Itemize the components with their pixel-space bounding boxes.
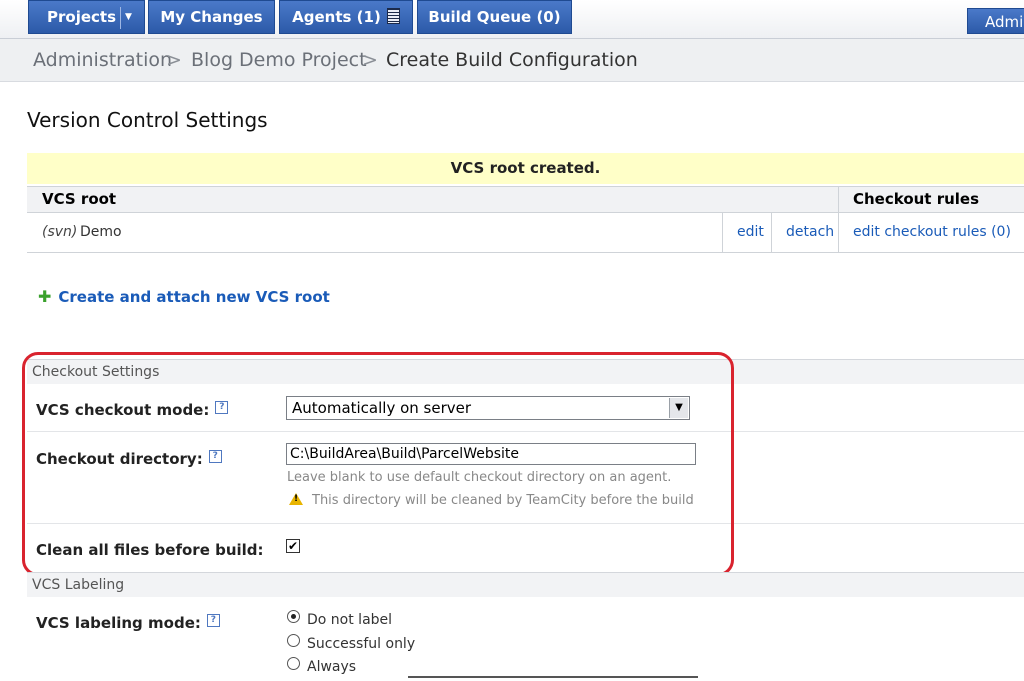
radio-selected-icon[interactable] bbox=[287, 610, 300, 623]
vcs-labeling-title: VCS Labeling bbox=[32, 577, 125, 593]
radio-do-not-label-text: Do not label bbox=[307, 612, 393, 628]
agents-status-icon bbox=[386, 8, 400, 24]
edit-checkout-rules-link[interactable]: edit checkout rules (0) bbox=[853, 213, 1011, 252]
vcs-labeling-mode-label: VCS labeling mode:? bbox=[36, 614, 220, 632]
my-changes-tab[interactable]: My Changes bbox=[148, 0, 275, 34]
vcs-labeling-mode-text: VCS labeling mode: bbox=[36, 614, 201, 632]
help-icon[interactable]: ? bbox=[206, 614, 220, 627]
vcs-roots-table: VCS root Checkout rules (svn) Demo edit … bbox=[27, 186, 1024, 253]
breadcrumb: Administration > Blog Demo Project > Cre… bbox=[0, 39, 1024, 82]
edit-vcs-root-link[interactable]: edit bbox=[737, 213, 764, 252]
my-changes-tab-label: My Changes bbox=[160, 8, 263, 26]
radio-always[interactable]: Always bbox=[287, 657, 356, 675]
column-header-vcs-root: VCS root bbox=[42, 190, 117, 208]
radio-unselected-icon[interactable] bbox=[287, 634, 300, 647]
label-pattern-input-edge bbox=[408, 676, 698, 678]
radio-successful-only-text: Successful only bbox=[307, 636, 416, 652]
build-queue-tab-label: Build Queue (0) bbox=[428, 8, 561, 26]
detach-vcs-root-link[interactable]: detach bbox=[786, 213, 834, 252]
projects-tab-label: Projects bbox=[47, 8, 117, 26]
success-notice: VCS root created. bbox=[27, 153, 1024, 184]
column-header-checkout-rules: Checkout rules bbox=[853, 190, 980, 208]
admin-tab[interactable]: Admin bbox=[967, 8, 1024, 34]
radio-always-text: Always bbox=[307, 659, 357, 675]
vcs-type: (svn) bbox=[42, 224, 78, 240]
projects-tab-separator bbox=[120, 7, 121, 29]
radio-do-not-label[interactable]: Do not label bbox=[287, 610, 392, 628]
create-vcs-root-label: Create and attach new VCS root bbox=[58, 288, 330, 306]
plus-icon: ✚ bbox=[38, 287, 52, 306]
page-title: Version Control Settings bbox=[27, 108, 268, 132]
agents-tab-label: Agents (1) bbox=[292, 8, 381, 26]
create-vcs-root-link[interactable]: ✚ Create and attach new VCS root bbox=[38, 287, 330, 306]
chevron-down-icon[interactable]: ▼ bbox=[125, 1, 132, 33]
breadcrumb-current-page: Create Build Configuration bbox=[386, 49, 638, 71]
radio-unselected-icon[interactable] bbox=[287, 657, 300, 670]
breadcrumb-separator: > bbox=[166, 49, 182, 71]
breadcrumb-separator: > bbox=[362, 49, 378, 71]
vcs-root-name: Demo bbox=[80, 224, 122, 240]
projects-tab[interactable]: Projects ▼ bbox=[28, 0, 145, 34]
agents-tab[interactable]: Agents (1) bbox=[279, 0, 413, 34]
build-queue-tab[interactable]: Build Queue (0) bbox=[417, 0, 572, 34]
radio-successful-only[interactable]: Successful only bbox=[287, 634, 415, 652]
vcs-labeling-header: VCS Labeling bbox=[27, 572, 1024, 597]
breadcrumb-administration[interactable]: Administration bbox=[33, 39, 172, 81]
breadcrumb-project[interactable]: Blog Demo Project bbox=[191, 39, 367, 81]
highlight-annotation bbox=[22, 352, 734, 576]
admin-tab-label: Admin bbox=[985, 13, 1024, 31]
top-navigation: Projects ▼ My Changes Agents (1) Build Q… bbox=[0, 0, 1024, 39]
table-header: VCS root Checkout rules bbox=[27, 187, 1024, 213]
table-row: (svn) Demo edit detach edit checkout rul… bbox=[27, 213, 1024, 252]
